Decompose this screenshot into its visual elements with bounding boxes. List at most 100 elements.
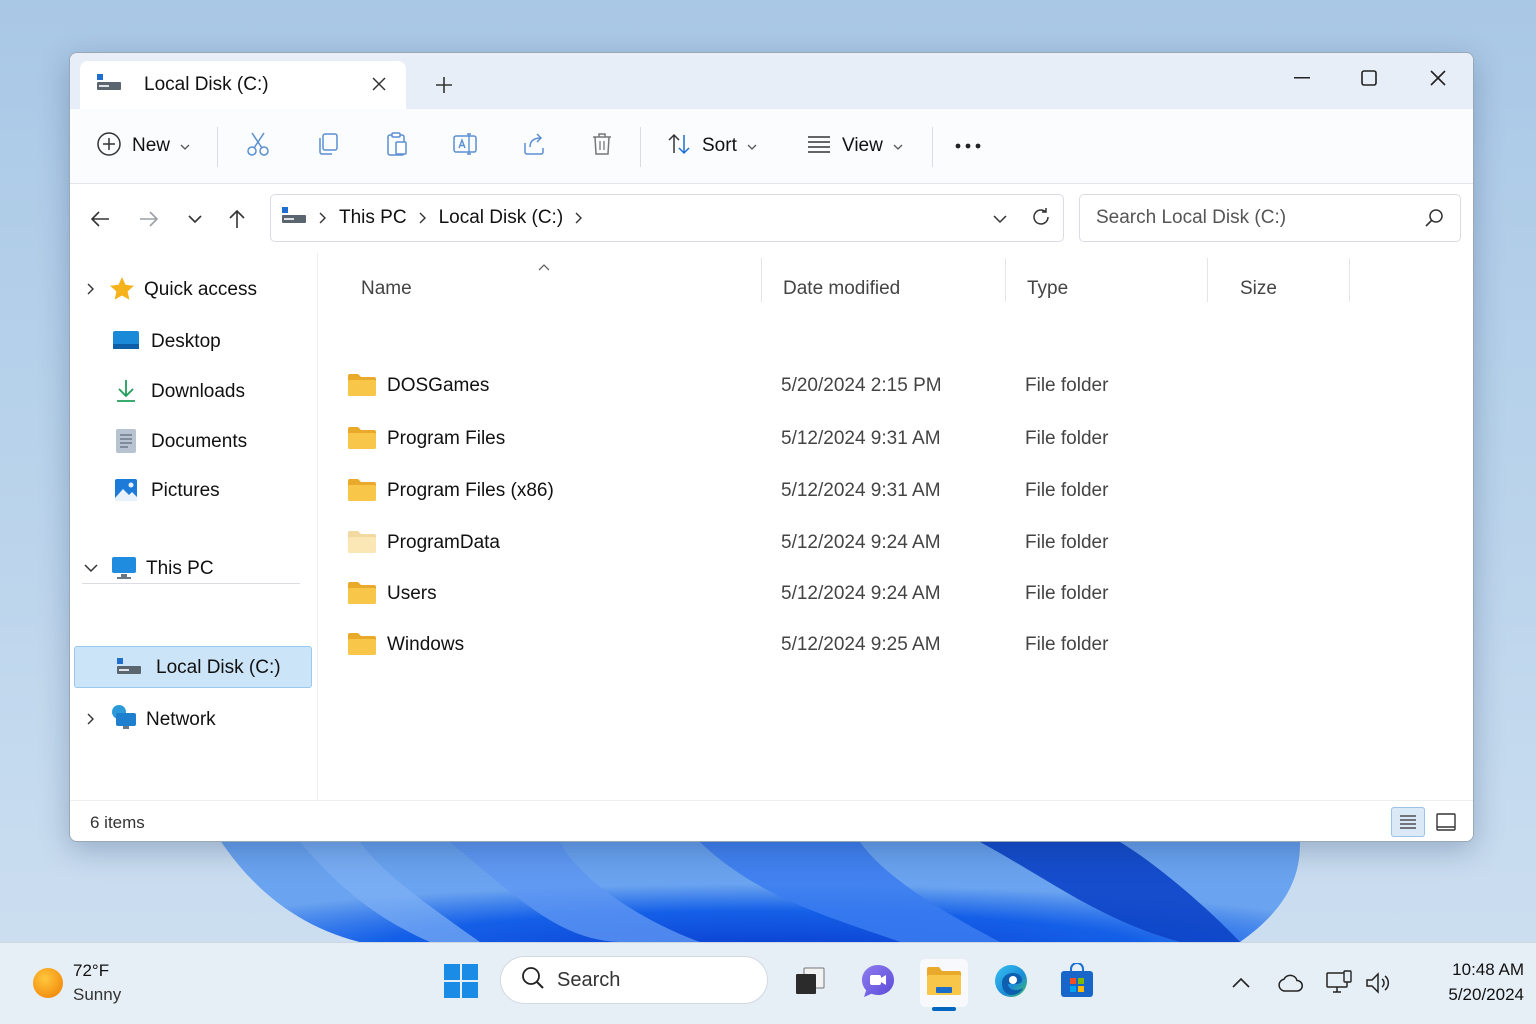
taskbar-search[interactable]: Search <box>500 956 768 1004</box>
view-button[interactable]: View <box>806 128 903 164</box>
sidebar-item-this-pc[interactable]: This PC <box>74 547 312 589</box>
sun-icon <box>32 967 64 1004</box>
breadcrumb-local-disk[interactable]: Local Disk (C:) <box>439 207 564 229</box>
column-header-type[interactable]: Type <box>1027 278 1068 300</box>
more-icon <box>954 137 982 155</box>
file-type: File folder <box>1025 634 1109 655</box>
copy-button[interactable] <box>315 128 341 164</box>
breadcrumb-this-pc[interactable]: This PC <box>339 207 407 229</box>
file-row[interactable]: Program Files (x86) 5/12/2024 9:31 AM Fi… <box>339 470 1439 514</box>
chevron-right-icon[interactable] <box>575 212 583 224</box>
desktop-icon <box>112 327 140 355</box>
file-row[interactable]: Windows 5/12/2024 9:25 AM File folder <box>339 624 1439 668</box>
folder-icon <box>926 965 962 1002</box>
sidebar-item-network[interactable]: Network <box>74 698 312 740</box>
column-divider[interactable] <box>761 258 762 302</box>
search-box[interactable] <box>1079 194 1461 242</box>
minimize-icon[interactable] <box>1282 63 1322 93</box>
sort-button[interactable]: Sort <box>666 128 757 164</box>
file-row[interactable]: Program Files 5/12/2024 9:31 AM File fol… <box>339 418 1439 462</box>
system-clock[interactable]: 10:48 AM 5/20/2024 <box>1414 957 1524 1007</box>
column-divider[interactable] <box>1207 258 1208 302</box>
column-divider[interactable] <box>1349 258 1350 302</box>
column-header-size[interactable]: Size <box>1240 278 1277 300</box>
show-hidden-icons-chevron-icon[interactable] <box>1225 967 1257 999</box>
more-options-button[interactable] <box>954 128 982 164</box>
file-row[interactable]: ProgramData 5/12/2024 9:24 AM File folde… <box>339 522 1439 566</box>
toolbar-divider <box>640 127 641 167</box>
search-icon[interactable] <box>1424 208 1444 233</box>
forward-arrow-icon[interactable] <box>134 204 164 234</box>
column-header-date[interactable]: Date modified <box>783 278 900 300</box>
sidebar-item-local-disk[interactable]: Local Disk (C:) <box>74 646 312 688</box>
chevron-right-icon[interactable] <box>82 280 100 298</box>
task-view-button[interactable] <box>786 959 834 1007</box>
chevron-down-icon[interactable] <box>82 559 100 577</box>
navigation-bar: This PC Local Disk (C:) <box>70 184 1473 252</box>
file-row[interactable]: Users 5/12/2024 9:24 AM File folder <box>339 573 1439 617</box>
chevron-right-icon[interactable] <box>82 710 100 728</box>
delete-button[interactable] <box>589 128 615 164</box>
sidebar-item-quick-access[interactable]: Quick access <box>74 268 312 310</box>
volume-icon[interactable] <box>1362 967 1394 999</box>
rename-button[interactable] <box>452 128 478 164</box>
paste-button[interactable] <box>384 128 410 164</box>
large-icons-view-icon[interactable] <box>1429 807 1463 837</box>
folder-icon <box>347 426 377 455</box>
start-button[interactable] <box>437 959 485 1007</box>
weather-condition: Sunny <box>73 985 122 1004</box>
refresh-icon[interactable] <box>1031 207 1051 232</box>
sidebar-item-desktop[interactable]: Desktop <box>74 320 312 362</box>
file-date: 5/20/2024 2:15 PM <box>781 375 942 396</box>
new-button[interactable]: New <box>96 128 190 164</box>
status-bar: 6 items <box>70 800 1473 841</box>
column-header-name[interactable]: Name <box>361 278 412 300</box>
microsoft-store-button[interactable] <box>1053 959 1101 1007</box>
rename-icon <box>452 131 478 162</box>
file-explorer-taskbar-button[interactable] <box>920 959 968 1011</box>
file-row[interactable]: DOSGames 5/20/2024 2:15 PM File folder <box>339 365 1439 409</box>
file-date: 5/12/2024 9:31 AM <box>781 428 941 449</box>
share-button[interactable] <box>521 128 547 164</box>
tab-local-disk[interactable]: Local Disk (C:) <box>80 61 406 109</box>
taskbar-search-label: Search <box>557 968 621 991</box>
new-tab-icon[interactable] <box>432 73 456 97</box>
maximize-icon[interactable] <box>1349 63 1389 93</box>
toolbar-divider <box>217 127 218 167</box>
sort-icon <box>666 131 692 162</box>
onedrive-cloud-icon[interactable] <box>1274 967 1306 999</box>
file-name: Users <box>387 583 437 604</box>
teams-chat-button[interactable] <box>854 959 902 1007</box>
sidebar-item-pictures[interactable]: Pictures <box>74 469 312 511</box>
folder-icon <box>347 373 377 402</box>
edge-icon <box>993 963 1029 1004</box>
back-arrow-icon[interactable] <box>85 204 115 234</box>
column-divider[interactable] <box>1005 258 1006 302</box>
drive-icon <box>96 73 122 98</box>
chevron-right-icon <box>419 212 427 224</box>
pictures-icon <box>112 476 140 504</box>
close-icon[interactable] <box>1418 63 1458 93</box>
store-icon <box>1059 961 1095 1004</box>
item-count: 6 items <box>90 813 145 832</box>
clock-date: 5/20/2024 <box>1448 985 1524 1004</box>
network-status-icon[interactable] <box>1323 967 1355 999</box>
active-indicator <box>932 1007 956 1011</box>
cut-button[interactable] <box>245 128 271 164</box>
sidebar-item-documents[interactable]: Documents <box>74 420 312 462</box>
up-arrow-icon[interactable] <box>222 204 252 234</box>
details-view-icon[interactable] <box>1391 807 1425 837</box>
folder-icon <box>347 632 377 661</box>
sidebar-item-downloads[interactable]: Downloads <box>74 370 312 412</box>
sidebar-item-label: Pictures <box>151 480 220 501</box>
address-bar[interactable]: This PC Local Disk (C:) <box>270 194 1064 242</box>
address-history-chevron-icon[interactable] <box>993 211 1007 229</box>
recent-locations-icon[interactable] <box>180 204 210 234</box>
search-input[interactable] <box>1096 207 1406 229</box>
weather-widget[interactable]: 72°F Sunny <box>30 961 190 1011</box>
sidebar-item-label: Documents <box>151 431 248 452</box>
close-tab-icon[interactable] <box>368 73 390 95</box>
paste-icon <box>384 131 410 162</box>
file-name: Program Files <box>387 428 506 449</box>
edge-browser-button[interactable] <box>987 959 1035 1007</box>
